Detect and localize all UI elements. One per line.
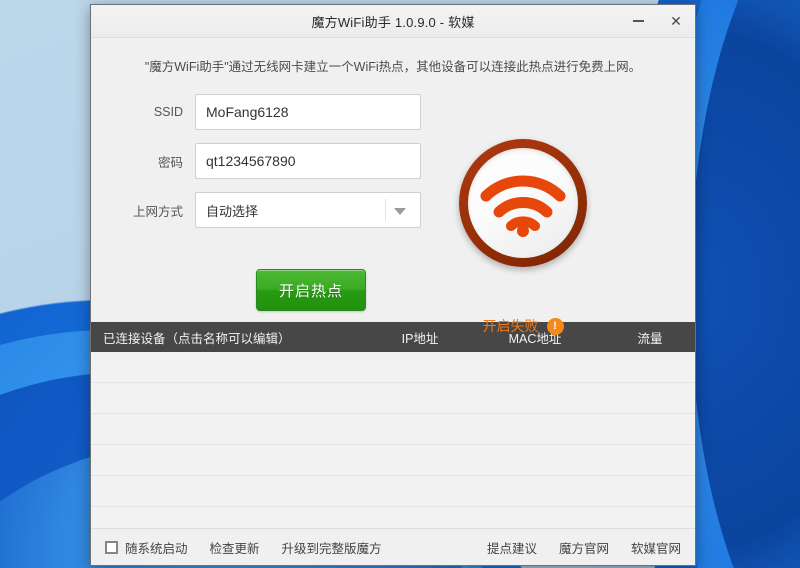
suggestion-link[interactable]: 提点建议 bbox=[487, 538, 537, 557]
device-table-body bbox=[91, 352, 695, 528]
footer-left-group: 随系统启动 检查更新 升级到完整版魔方 bbox=[105, 538, 382, 557]
close-icon: ✕ bbox=[670, 12, 682, 29]
wifi-icon bbox=[480, 175, 566, 237]
wifi-logo-face bbox=[468, 148, 578, 258]
ssid-input[interactable] bbox=[195, 94, 421, 130]
password-row: 密码 bbox=[111, 143, 421, 179]
connection-mode-label: 上网方式 bbox=[132, 204, 183, 219]
upgrade-link[interactable]: 升级到完整版魔方 bbox=[282, 538, 382, 557]
column-header-devices: 已连接设备（点击名称可以编辑） bbox=[103, 331, 291, 346]
table-row[interactable] bbox=[91, 507, 695, 528]
status-badge: 开启失败 ! bbox=[459, 316, 587, 336]
footer-right-group: 提点建议 魔方官网 软媒官网 bbox=[487, 538, 681, 557]
ssid-row: SSID bbox=[111, 94, 421, 130]
connection-mode-select[interactable]: 自动选择 bbox=[195, 192, 421, 228]
title-bar: 魔方WiFi助手 1.0.9.0 - 软媒 ✕ bbox=[91, 5, 695, 38]
checkbox-icon bbox=[105, 540, 118, 554]
footer-bar: 随系统启动 检查更新 升级到完整版魔方 提点建议 魔方官网 软媒官网 bbox=[91, 528, 695, 565]
autostart-checkbox[interactable]: 随系统启动 bbox=[105, 538, 188, 557]
password-label: 密码 bbox=[157, 155, 183, 170]
window-title: 魔方WiFi助手 1.0.9.0 - 软媒 bbox=[311, 14, 475, 30]
close-button[interactable]: ✕ bbox=[657, 5, 695, 37]
window-controls: ✕ bbox=[619, 5, 695, 37]
autostart-label: 随系统启动 bbox=[125, 541, 188, 556]
connection-mode-row: 上网方式 自动选择 bbox=[111, 192, 421, 228]
select-divider bbox=[385, 199, 386, 221]
settings-panel: "魔方WiFi助手"通过无线网卡建立一个WiFi热点，其他设备可以连接此热点进行… bbox=[91, 38, 695, 335]
check-update-link[interactable]: 检查更新 bbox=[210, 538, 260, 557]
table-row[interactable] bbox=[91, 352, 695, 383]
chevron-down-icon bbox=[394, 208, 406, 215]
device-table-header: 已连接设备（点击名称可以编辑） IP地址 MAC地址 流量 bbox=[91, 322, 695, 352]
minimize-button[interactable] bbox=[619, 5, 657, 37]
connection-mode-value: 自动选择 bbox=[206, 203, 259, 219]
ruanmei-site-link[interactable]: 软媒官网 bbox=[631, 538, 681, 557]
table-row[interactable] bbox=[91, 383, 695, 414]
desktop-background: 魔方WiFi助手 1.0.9.0 - 软媒 ✕ "魔方WiFi助手"通过无线网卡… bbox=[0, 0, 800, 568]
column-header-flow: 流量 bbox=[637, 331, 663, 346]
minimize-icon bbox=[632, 20, 644, 22]
ssid-label: SSID bbox=[153, 105, 183, 119]
mofang-site-link[interactable]: 魔方官网 bbox=[559, 538, 609, 557]
table-row[interactable] bbox=[91, 445, 695, 476]
table-row[interactable] bbox=[91, 414, 695, 445]
table-row[interactable] bbox=[91, 476, 695, 507]
warning-exclamation-icon[interactable]: ! bbox=[546, 317, 564, 335]
wifi-logo bbox=[459, 139, 587, 267]
application-window: 魔方WiFi助手 1.0.9.0 - 软媒 ✕ "魔方WiFi助手"通过无线网卡… bbox=[90, 4, 696, 566]
hotspot-form: SSID 密码 上网方式 自动选择 bbox=[111, 94, 421, 241]
wallpaper-shape-right-inner bbox=[690, 0, 800, 568]
password-input[interactable] bbox=[195, 143, 421, 179]
status-text: 开启失败 bbox=[482, 318, 539, 334]
wifi-dot bbox=[517, 225, 529, 237]
description-text: "魔方WiFi助手"通过无线网卡建立一个WiFi热点，其他设备可以连接此热点进行… bbox=[144, 60, 642, 74]
start-hotspot-button[interactable]: 开启热点 bbox=[256, 269, 366, 311]
